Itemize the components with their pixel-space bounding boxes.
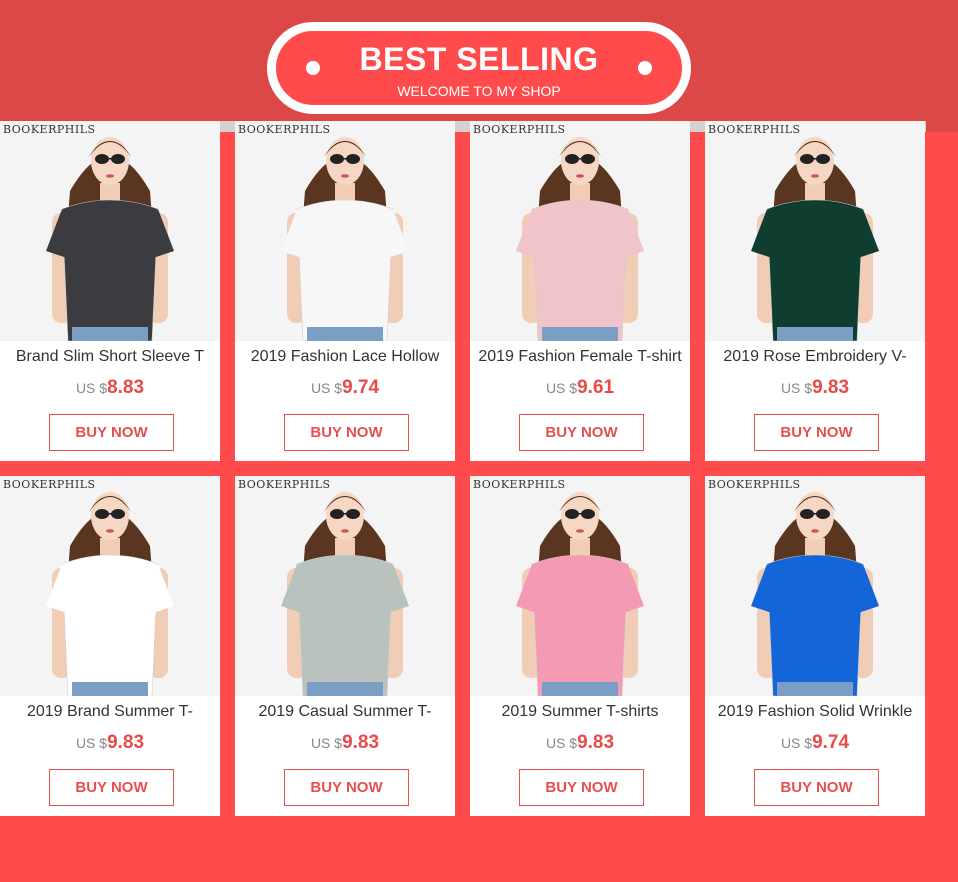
product-card[interactable]: BOOKERPHILS 2019 Rose Embroidery V- US $9.… [705, 121, 925, 461]
product-image[interactable]: BOOKERPHILS [0, 121, 220, 341]
product-image[interactable]: BOOKERPHILS [705, 476, 925, 696]
watermark-logo: BOOKERPHILS [3, 123, 96, 136]
watermark-logo: BOOKERPHILS [238, 123, 331, 136]
product-card[interactable]: BOOKERPHILS Brand Slim Short Sleeve T US $… [0, 121, 220, 461]
price-value: 9.83 [577, 732, 615, 753]
buy-now-button[interactable]: BUY NOW [49, 414, 174, 451]
product-title[interactable]: Brand Slim Short Sleeve T [0, 348, 220, 366]
currency-label: US $ [780, 380, 813, 396]
currency-label: US $ [75, 380, 108, 396]
buy-now-button[interactable]: BUY NOW [49, 769, 174, 806]
buy-now-button[interactable]: BUY NOW [754, 769, 879, 806]
buy-now-button[interactable]: BUY NOW [284, 414, 409, 451]
product-image[interactable]: BOOKERPHILS [0, 476, 220, 696]
product-model-illustration [46, 137, 174, 341]
product-card[interactable]: BOOKERPHILS 2019 Summer T-shirts US $9.83 B… [470, 476, 690, 816]
currency-label: US $ [545, 735, 578, 751]
product-price: US $9.83 [0, 732, 220, 754]
product-model-illustration [281, 492, 409, 696]
product-model-illustration [751, 492, 879, 696]
product-title[interactable]: 2019 Fashion Solid Wrinkle [705, 703, 925, 721]
product-price: US $9.74 [235, 377, 455, 399]
product-card[interactable]: BOOKERPHILS 2019 Casual Summer T- US $9.83… [235, 476, 455, 816]
product-title[interactable]: 2019 Summer T-shirts [470, 703, 690, 721]
price-value: 9.61 [577, 377, 615, 398]
product-model-illustration [516, 492, 644, 696]
buy-now-button[interactable]: BUY NOW [284, 769, 409, 806]
watermark-logo: BOOKERPHILS [238, 478, 331, 491]
watermark-logo: BOOKERPHILS [473, 478, 566, 491]
watermark-logo: BOOKERPHILS [473, 123, 566, 136]
price-value: 9.74 [812, 732, 850, 753]
banner-title: BEST SELLING [359, 41, 599, 77]
price-value: 9.83 [812, 377, 850, 398]
product-price: US $8.83 [0, 377, 220, 399]
product-model-illustration [281, 137, 409, 341]
price-value: 8.83 [107, 377, 145, 398]
product-price: US $9.83 [705, 377, 925, 399]
product-price: US $9.83 [470, 732, 690, 754]
buy-now-button[interactable]: BUY NOW [754, 414, 879, 451]
product-title[interactable]: 2019 Casual Summer T- [235, 703, 455, 721]
buy-now-button[interactable]: BUY NOW [519, 769, 644, 806]
product-image[interactable]: BOOKERPHILS [235, 476, 455, 696]
product-title[interactable]: 2019 Brand Summer T- [0, 703, 220, 721]
watermark-logo: BOOKERPHILS [3, 478, 96, 491]
currency-label: US $ [545, 380, 578, 396]
product-model-illustration [516, 137, 644, 341]
price-value: 9.74 [342, 377, 380, 398]
currency-label: US $ [310, 735, 343, 751]
best-selling-banner: BEST SELLING WELCOME TO MY SHOP [267, 22, 691, 114]
buy-now-button[interactable]: BUY NOW [519, 414, 644, 451]
product-model-illustration [46, 492, 174, 696]
product-price: US $9.74 [705, 732, 925, 754]
currency-label: US $ [780, 735, 813, 751]
currency-label: US $ [75, 735, 108, 751]
product-image[interactable]: BOOKERPHILS [235, 121, 455, 341]
product-model-illustration [751, 137, 879, 341]
product-image[interactable]: BOOKERPHILS [470, 121, 690, 341]
currency-label: US $ [310, 380, 343, 396]
product-title[interactable]: 2019 Fashion Female T-shirt [470, 348, 690, 366]
product-card[interactable]: BOOKERPHILS 2019 Fashion Female T-shirt US… [470, 121, 690, 461]
product-image[interactable]: BOOKERPHILS [705, 121, 925, 341]
banner-subtitle: WELCOME TO MY SHOP [397, 83, 561, 99]
price-value: 9.83 [342, 732, 380, 753]
watermark-logo: BOOKERPHILS [708, 478, 801, 491]
watermark-logo: BOOKERPHILS [708, 123, 801, 136]
product-price: US $9.83 [235, 732, 455, 754]
product-price: US $9.61 [470, 377, 690, 399]
product-card[interactable]: BOOKERPHILS 2019 Fashion Lace Hollow US $9… [235, 121, 455, 461]
product-card[interactable]: BOOKERPHILS 2019 Brand Summer T- US $9.83 B… [0, 476, 220, 816]
product-title[interactable]: 2019 Rose Embroidery V- [705, 348, 925, 366]
product-title[interactable]: 2019 Fashion Lace Hollow [235, 348, 455, 366]
product-image[interactable]: BOOKERPHILS [470, 476, 690, 696]
price-value: 9.83 [107, 732, 145, 753]
product-card[interactable]: BOOKERPHILS 2019 Fashion Solid Wrinkle US … [705, 476, 925, 816]
